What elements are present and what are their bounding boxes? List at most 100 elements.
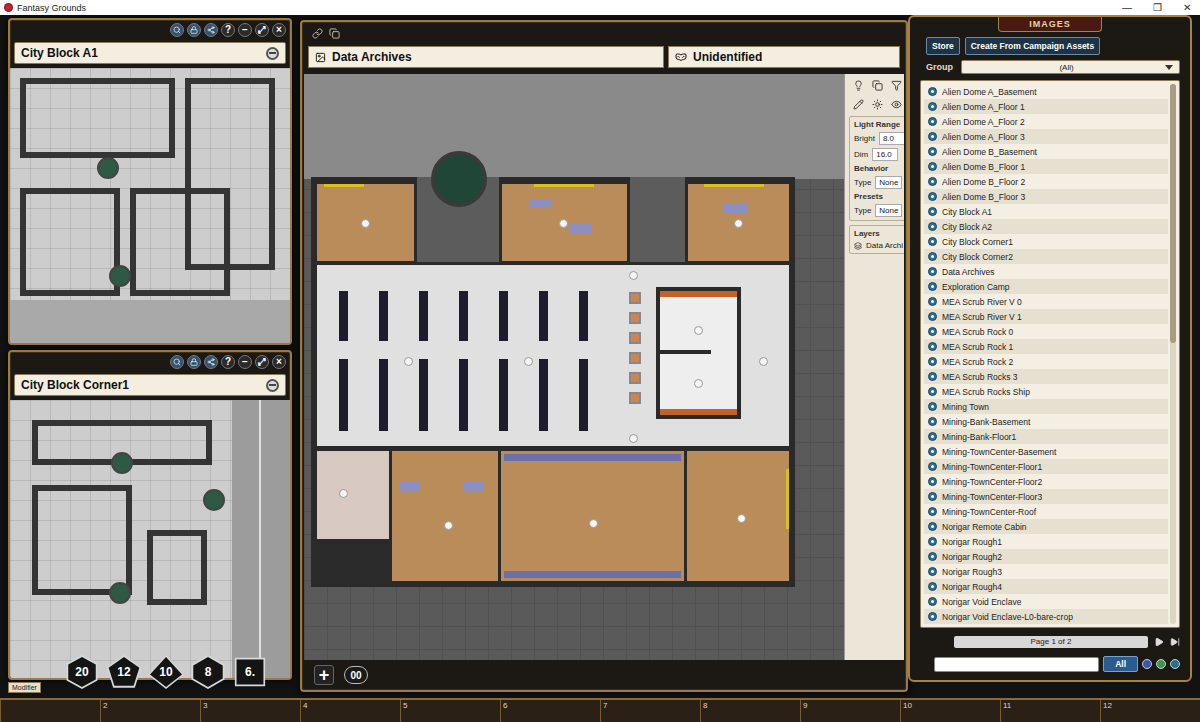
share-button[interactable]	[204, 355, 218, 369]
image-record-icon[interactable]	[928, 177, 937, 186]
images-panel[interactable]: IMAGESStoreCreate From Campaign AssetsGr…	[908, 15, 1192, 682]
search-field[interactable]	[934, 657, 1099, 672]
window-control[interactable]: ×	[272, 355, 286, 369]
image-list-row[interactable]: City Block Corner2	[924, 249, 1168, 264]
image-record-icon[interactable]	[928, 282, 937, 291]
window-control[interactable]: −	[238, 355, 252, 369]
image-list-row[interactable]: Norigar Void Enclave-L0-bare-crop	[924, 609, 1168, 624]
identity-field[interactable]: Unidentified	[668, 46, 900, 68]
hotkey-slot[interactable]: 10	[900, 700, 1000, 722]
image-list-row[interactable]: Norigar Rough2	[924, 549, 1168, 564]
panel-button[interactable]: Create From Campaign Assets	[965, 37, 1100, 55]
image-record-icon[interactable]	[928, 102, 937, 111]
image-record-icon[interactable]	[928, 507, 937, 516]
image-list-row[interactable]: Alien Dome A_Floor 3	[924, 129, 1168, 144]
preset-type-field[interactable]: None	[875, 204, 902, 217]
image-list-row[interactable]: MEA Scrub River V 1	[924, 309, 1168, 324]
image-record-icon[interactable]	[928, 567, 937, 576]
image-record-icon[interactable]	[928, 537, 937, 546]
bright-field[interactable]: 8.0	[879, 132, 904, 145]
lock-button[interactable]	[187, 355, 201, 369]
image-record-icon[interactable]	[928, 342, 937, 351]
layer-item[interactable]: Data Archi	[854, 241, 904, 250]
copy-icon[interactable]	[329, 28, 340, 39]
filter-icon[interactable]	[891, 80, 902, 91]
dim-field[interactable]: 16.0	[872, 148, 898, 161]
image-record-icon[interactable]	[928, 222, 937, 231]
map-image[interactable]	[10, 68, 290, 343]
die[interactable]: 8	[190, 655, 226, 689]
image-list-row[interactable]: Data Archives	[924, 264, 1168, 279]
image-window[interactable]: Data ArchivesUnidentifiedLight RangeBrig…	[300, 20, 908, 692]
image-record-icon[interactable]	[928, 477, 937, 486]
panel-button[interactable]: Store	[926, 37, 960, 55]
add-icon[interactable]	[1156, 659, 1166, 669]
image-list-row[interactable]: City Block Corner1	[924, 234, 1168, 249]
hotkey-slot[interactable]: 6	[500, 700, 600, 722]
eye-icon[interactable]	[891, 99, 902, 110]
image-list-row[interactable]: MEA Scrub Rocks 3	[924, 369, 1168, 384]
image-list-row[interactable]: Mining-TownCenter-Floor1	[924, 459, 1168, 474]
image-record-icon[interactable]	[928, 552, 937, 561]
image-list-row[interactable]: Alien Dome B_Basement	[924, 144, 1168, 159]
window-control[interactable]: ⤢	[255, 23, 269, 37]
image-record-icon[interactable]	[928, 462, 937, 471]
image-list-row[interactable]: Norigar Rough3	[924, 564, 1168, 579]
image-record-icon[interactable]	[928, 447, 937, 456]
map-viewport[interactable]	[304, 74, 844, 660]
image-record-icon[interactable]	[928, 582, 937, 591]
zoom-button[interactable]	[170, 355, 184, 369]
image-record-icon[interactable]	[928, 597, 937, 606]
image-record-icon[interactable]	[928, 522, 937, 531]
hotkey-slot[interactable]: 8	[700, 700, 800, 722]
image-name-field[interactable]: Data Archives	[308, 46, 664, 68]
die[interactable]: 20	[64, 655, 100, 689]
share-button[interactable]	[204, 23, 218, 37]
image-record-icon[interactable]	[928, 387, 937, 396]
image-list-row[interactable]: Norigar Rough1	[924, 534, 1168, 549]
copy-icon[interactable]	[872, 80, 883, 91]
map-window[interactable]: ?−⤢×City Block Corner1	[8, 350, 292, 680]
image-record-icon[interactable]	[928, 192, 937, 201]
collapse-icon[interactable]	[266, 379, 279, 392]
window-title[interactable]: City Block Corner1	[14, 374, 286, 396]
add-button[interactable]: +	[314, 665, 334, 685]
image-record-icon[interactable]	[928, 132, 937, 141]
image-record-icon[interactable]	[928, 237, 937, 246]
window-control[interactable]: ✕	[1174, 2, 1200, 13]
window-control[interactable]: ⤢	[255, 355, 269, 369]
image-record-icon[interactable]	[928, 417, 937, 426]
window-control[interactable]: —	[1114, 2, 1140, 13]
image-record-icon[interactable]	[928, 312, 937, 321]
image-record-icon[interactable]	[928, 357, 937, 366]
image-list-row[interactable]: Alien Dome B_Floor 1	[924, 159, 1168, 174]
image-list-row[interactable]: MEA Scrub Rock 2	[924, 354, 1168, 369]
pencil-icon[interactable]	[853, 99, 864, 110]
filter-button[interactable]: All	[1103, 656, 1138, 672]
image-list-row[interactable]: Alien Dome A_Floor 1	[924, 99, 1168, 114]
next-page-icon[interactable]	[1154, 637, 1164, 647]
image-list-row[interactable]: Mining-TownCenter-Floor3	[924, 489, 1168, 504]
image-list-row[interactable]: MEA Scrub Rock 0	[924, 324, 1168, 339]
image-list-row[interactable]: City Block A1	[924, 204, 1168, 219]
lightbulb-icon[interactable]	[853, 80, 864, 91]
edit-icon[interactable]	[1170, 659, 1180, 669]
image-record-icon[interactable]	[928, 492, 937, 501]
window-control[interactable]: −	[238, 23, 252, 37]
die[interactable]: 12	[106, 655, 142, 689]
image-record-icon[interactable]	[928, 117, 937, 126]
image-record-icon[interactable]	[928, 402, 937, 411]
hotkey-slot[interactable]: 2	[100, 700, 200, 722]
image-record-icon[interactable]	[928, 162, 937, 171]
lock-button[interactable]	[187, 23, 201, 37]
image-record-icon[interactable]	[928, 147, 937, 156]
hotkey-slot[interactable]: 11	[1000, 700, 1100, 722]
zoom-button[interactable]	[170, 23, 184, 37]
image-list-row[interactable]: Mining-TownCenter-Basement	[924, 444, 1168, 459]
image-list-row[interactable]: Mining-Bank-Floor1	[924, 429, 1168, 444]
collapse-icon[interactable]	[266, 47, 279, 60]
image-record-icon[interactable]	[928, 252, 937, 261]
map-window[interactable]: ?−⤢×City Block A1	[8, 18, 292, 345]
map-image[interactable]	[10, 400, 290, 678]
image-list-row[interactable]: Norigar Void Enclave	[924, 594, 1168, 609]
